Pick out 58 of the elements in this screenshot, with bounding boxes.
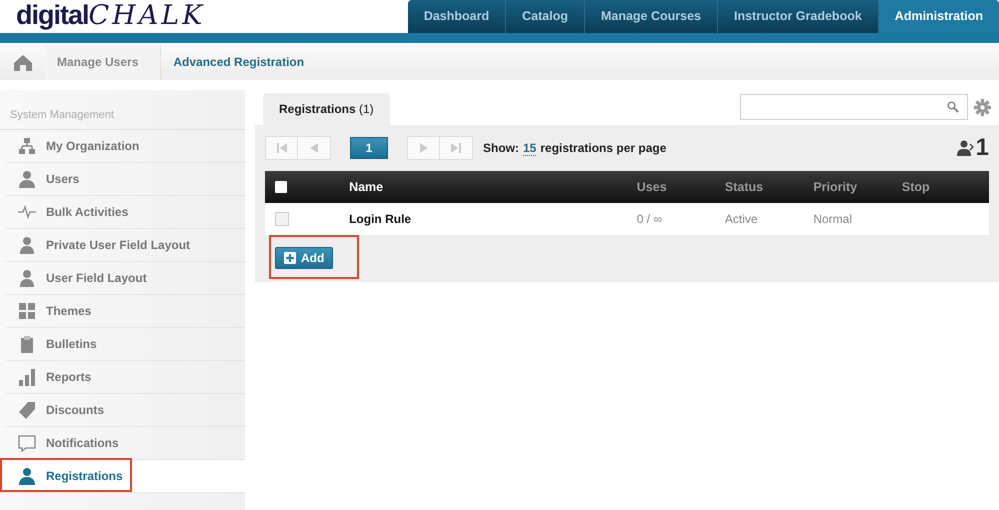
person-icon — [18, 467, 36, 485]
sidebar-item[interactable]: Themes — [6, 295, 245, 328]
row-checkbox[interactable] — [275, 212, 289, 226]
column-header[interactable]: Name — [348, 171, 636, 203]
sidebar-item[interactable]: Registrations — [0, 460, 245, 493]
sidebar-item[interactable]: Reports — [6, 361, 245, 394]
people-icon — [956, 140, 974, 156]
search-icon — [947, 101, 959, 113]
plus-icon — [284, 252, 296, 264]
next-icon — [418, 143, 428, 153]
sidebar-item[interactable]: Bulletins — [6, 328, 245, 361]
sidebar-heading: System Management — [0, 90, 245, 130]
sidebar-item[interactable]: Private User Field Layout — [6, 229, 245, 262]
last-page-icon — [451, 143, 461, 153]
sidebar-item[interactable]: Users — [6, 163, 245, 196]
note-icon — [18, 434, 36, 452]
search-field[interactable] — [740, 94, 968, 120]
settings-icon[interactable] — [974, 98, 991, 116]
table-cell: Normal — [812, 203, 901, 235]
previous-icon — [309, 143, 319, 153]
clipboard-icon — [18, 335, 36, 353]
person-icon — [18, 236, 36, 254]
first-page-icon — [276, 143, 286, 153]
bar-chart-icon — [18, 368, 36, 386]
column-header: Stop — [900, 171, 989, 203]
table-cell: Active — [724, 203, 812, 235]
sidebar-item[interactable]: Discounts — [6, 394, 245, 427]
select-all-checkbox[interactable] — [275, 181, 287, 193]
home-icon[interactable] — [14, 54, 32, 70]
column-header: Priority — [812, 171, 901, 203]
nav-tab[interactable]: Dashboard — [408, 0, 506, 33]
column-header: Status — [724, 171, 812, 203]
grid-icon — [18, 302, 36, 320]
nav-tab[interactable]: Administration — [878, 0, 999, 33]
total-count: 1 — [976, 134, 989, 162]
tag-icon — [18, 401, 36, 419]
hierarchy-icon — [18, 137, 36, 155]
logo: digitalCHALK — [16, 0, 206, 31]
show-label: Show: — [483, 141, 519, 155]
nav-tab[interactable]: Instructor Gradebook — [718, 0, 879, 33]
column-header: Uses — [636, 171, 724, 203]
person-icon — [18, 269, 36, 287]
breadcrumb-link[interactable]: Manage Users — [45, 45, 162, 80]
sidebar-item[interactable]: Bulk Activities — [6, 196, 245, 229]
sidebar-item[interactable]: User Field Layout — [6, 262, 245, 295]
nav-tab[interactable]: Catalog — [506, 0, 585, 33]
person-icon — [18, 170, 36, 188]
pulse-icon — [18, 203, 36, 221]
per-page-label: registrations per page — [540, 141, 666, 155]
page-number-button[interactable]: 1 — [350, 137, 388, 159]
table-cell: 0 / ∞ — [636, 203, 724, 235]
breadcrumb-link[interactable]: Advanced Registration — [161, 45, 326, 80]
content-tab[interactable]: Registrations (1) — [263, 93, 390, 125]
sidebar-item[interactable]: My Organization — [6, 130, 245, 163]
table-cell[interactable]: Login Rule — [348, 203, 636, 235]
nav-tab[interactable]: Manage Courses — [584, 0, 718, 33]
add-button[interactable]: Add — [275, 247, 334, 269]
per-page-link[interactable]: 15 — [523, 140, 536, 156]
